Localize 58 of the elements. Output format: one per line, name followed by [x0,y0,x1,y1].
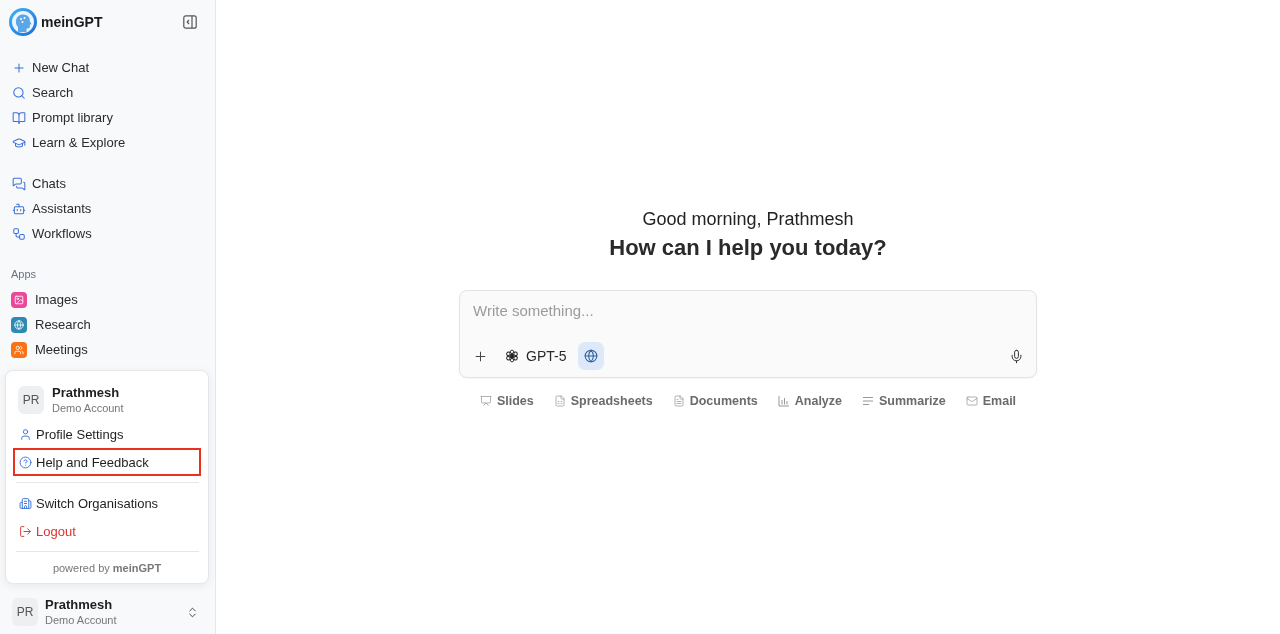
app-item[interactable]: Images [8,287,207,312]
user-name: Prathmesh [45,597,114,612]
quick-action-button[interactable]: Spreadsheets [553,394,653,408]
connected-squares-icon [12,226,26,241]
help-icon [19,455,32,469]
sidebar-item[interactable]: Learn & Explore [8,130,207,155]
graduation-cap-icon [12,135,26,150]
quick-action-button[interactable]: Summarize [862,394,946,408]
document-icon [672,395,685,407]
plus-icon [472,348,488,364]
quick-action-button[interactable]: Email [965,394,1017,408]
headline: How can I help you today? [609,234,887,262]
account-type: Demo Account [52,401,124,415]
book-icon [12,110,26,125]
section-heading: Apps [10,267,38,282]
menu-item[interactable]: Profile Settings [13,420,201,448]
quick-action-button[interactable]: Slides [479,394,534,408]
greeting: Good morning, Prathmesh [642,208,854,231]
knot-icon [505,349,519,363]
quick-action-button[interactable]: Analyze [777,394,843,408]
lines-icon [862,395,875,407]
user-avatar[interactable]: PR [12,598,38,626]
user-avatar: PR [18,386,44,414]
chevrons-up-down-icon[interactable] [186,605,199,619]
mail-icon [965,395,978,407]
powered-by-text: powered by meinGPT [51,561,163,576]
brand-name: meinGPT [41,14,103,30]
account-type: Demo Account [45,613,117,627]
microphone-icon [1008,348,1024,364]
sidebar-item[interactable]: Prompt library [8,105,207,130]
quick-action-button[interactable]: Documents [672,394,758,408]
robot-icon [12,201,26,216]
presentation-icon [479,395,492,407]
user-name: Prathmesh [52,385,121,400]
menu-item[interactable]: Logout [13,517,201,545]
search-icon [12,85,26,100]
sidebar-item[interactable]: Workflows [8,221,207,246]
chat-bubbles-icon [12,176,26,191]
sidebar-item[interactable]: Assistants [8,196,207,221]
panel-icon[interactable] [183,15,197,29]
sidebar-item[interactable]: New Chat [8,55,207,80]
globe-icon [584,349,599,363]
logout-icon [19,524,32,538]
sidebar-item[interactable]: Search [8,80,207,105]
building-icon [19,496,32,510]
model-selector-button[interactable]: GPT-5 [499,342,573,370]
head-logo-icon [9,8,37,36]
menu-item[interactable]: Switch Organisations [13,489,201,517]
app-item[interactable]: Research [8,312,207,337]
bar-chart-icon [777,395,790,407]
app-item[interactable]: Meetings [8,337,207,362]
plus-icon [12,60,26,75]
message-input[interactable]: Write something... [473,299,1023,321]
sidebar-item[interactable]: Chats [8,171,207,196]
menu-item[interactable]: Help and Feedback [13,448,201,476]
web-search-toggle[interactable] [578,342,605,370]
spreadsheet-icon [553,395,566,407]
person-icon [19,427,32,441]
